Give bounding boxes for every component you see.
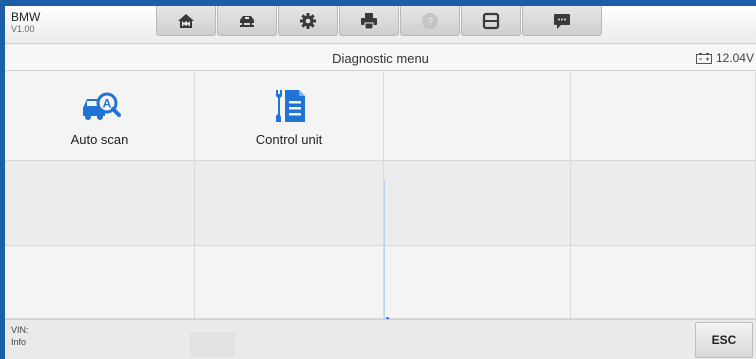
auto-scan-icon: A [82,92,121,120]
vin-value-field [190,332,235,357]
battery-voltage: 12.04V [715,51,754,65]
save-icon [482,12,500,29]
menu-item-label: Auto scan [70,131,129,147]
settings-button[interactable] [278,6,338,36]
save-button[interactable] [461,6,521,36]
menu-cell-empty [384,72,571,161]
vin-label: VIN: [11,325,29,335]
vehicle-make: BMW [11,10,41,24]
software-version: V1.00 [11,24,35,34]
menu-cell-empty [571,161,756,246]
vehicle-info: BMW V1.00 [11,11,40,35]
menu-cell-empty [195,161,384,246]
menu-cell-empty [195,246,384,319]
menu-item-label: Control unit [255,131,323,147]
bottom-bar: VIN: Info ESC [5,319,756,359]
menu-cell-empty [571,246,756,319]
diagnostic-menu-grid: A Auto scan Control unit [5,72,756,319]
gear-icon [300,12,316,29]
app-window: BMW V1.00 ? Diagnostic menu 12.04V A Aut… [5,6,756,359]
title-bar: Diagnostic menu 12.04V [5,45,756,71]
scroll-guide-line [384,180,385,320]
message-button[interactable] [522,6,602,36]
page-title: Diagnostic menu [332,51,429,66]
svg-text:A: A [102,96,111,110]
battery-status: 12.04V [695,51,754,65]
home-button[interactable] [156,6,216,36]
esc-button[interactable]: ESC [695,322,753,358]
menu-cell-empty [384,246,571,319]
menu-cell-empty [5,246,195,319]
menu-cell-empty [384,161,571,246]
print-button[interactable] [339,6,399,36]
svg-text:?: ? [427,16,433,28]
menu-item-control-unit[interactable]: Control unit [195,72,384,161]
menu-item-auto-scan[interactable]: A Auto scan [5,72,195,161]
top-toolbar: BMW V1.00 ? [5,6,756,44]
printer-icon [361,12,377,29]
menu-cell-empty [5,161,195,246]
menu-cell-empty [571,72,756,161]
info-label: Info [11,337,27,347]
control-unit-icon [276,89,305,122]
vehicle-lift-button[interactable] [217,6,277,36]
home-icon [178,13,194,28]
help-button[interactable]: ? [400,6,460,36]
message-icon [554,13,570,29]
vehicle-id-info: VIN: Info [11,324,29,348]
vehicle-lift-icon [240,15,254,27]
help-icon: ? [422,12,438,29]
battery-icon [695,52,712,64]
toolbar-buttons: ? [156,6,603,36]
